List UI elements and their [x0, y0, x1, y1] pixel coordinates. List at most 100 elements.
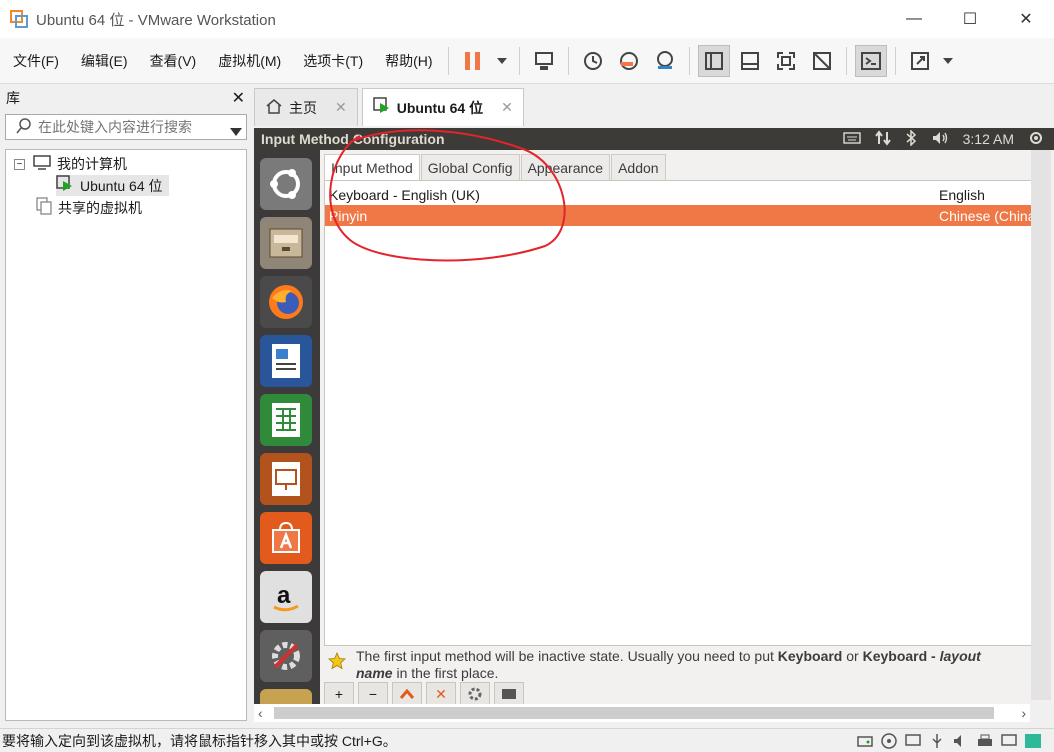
window-title: Ubuntu 64 位 - VMware Workstation: [36, 11, 276, 29]
horizontal-scrollbar[interactable]: ‹ ›: [254, 704, 1030, 722]
message-icon[interactable]: [1024, 732, 1042, 750]
input-method-config-window: Input Method Global Config Appearance Ad…: [320, 150, 1054, 704]
display-icon[interactable]: [1000, 732, 1018, 750]
menu-view[interactable]: 查看(V): [141, 51, 206, 71]
network-icon[interactable]: [874, 129, 891, 149]
hdd-icon[interactable]: [856, 732, 874, 750]
network-adapter-icon[interactable]: [904, 732, 922, 750]
cd-icon[interactable]: [880, 732, 898, 750]
usb-icon[interactable]: [928, 732, 946, 750]
send-ctrl-alt-del-icon[interactable]: [528, 45, 560, 77]
bluetooth-icon[interactable]: [905, 128, 917, 149]
search-icon: [16, 117, 32, 137]
search-dropdown-icon[interactable]: [230, 123, 242, 139]
pause-icon: [464, 51, 480, 70]
scroll-right-icon[interactable]: ›: [1021, 705, 1026, 721]
menu-toolbar: 文件(F) 编辑(E) 查看(V) 虚拟机(M) 选项卡(T) 帮助(H): [0, 38, 1054, 84]
input-method-name: Pinyin: [329, 207, 368, 224]
tab-home[interactable]: 主页 ✕: [254, 88, 358, 126]
menu-file[interactable]: 文件(F): [4, 51, 68, 71]
snapshot-manager-icon[interactable]: [649, 45, 681, 77]
move-down-icon[interactable]: ✕: [426, 682, 456, 704]
list-item[interactable]: Pinyin Chinese (China): [325, 205, 1033, 226]
libreoffice-calc-icon[interactable]: [260, 394, 312, 446]
hint-text: The first input method will be inactive …: [356, 648, 981, 681]
tree-shared-vms[interactable]: 共享的虚拟机: [36, 197, 142, 218]
libreoffice-writer-icon[interactable]: [260, 335, 312, 387]
close-tab-icon[interactable]: ✕: [335, 99, 347, 116]
thumbnail-bar-icon[interactable]: [734, 45, 766, 77]
keyboard-icon[interactable]: [842, 131, 861, 148]
configure-icon[interactable]: [460, 682, 490, 704]
files-icon[interactable]: [260, 217, 312, 269]
maximize-button[interactable]: ☐: [942, 0, 998, 38]
console-view-icon[interactable]: [854, 44, 887, 77]
vmware-logo-icon: [10, 10, 28, 28]
svg-text:a: a: [277, 582, 291, 609]
library-tree: − 我的计算机 Ubuntu 64 位 共享的虚拟机: [5, 149, 247, 721]
tab-label: 主页: [289, 99, 317, 116]
move-up-icon[interactable]: [392, 682, 422, 704]
dash-ubuntu-icon[interactable]: [260, 158, 312, 210]
home-icon: [265, 98, 283, 117]
show-library-icon[interactable]: [697, 44, 730, 77]
session-gear-icon[interactable]: [1028, 130, 1044, 149]
toolbar-separator: [447, 46, 449, 75]
vm-console[interactable]: Input Method Configuration 3:12 AM a Inp…: [254, 128, 1054, 704]
menu-tabs[interactable]: 选项卡(T): [294, 51, 372, 71]
library-search[interactable]: [5, 114, 247, 140]
menu-vm[interactable]: 虚拟机(M): [209, 51, 290, 71]
keyboard-layout-icon[interactable]: [494, 682, 524, 704]
tree-vm-ubuntu[interactable]: Ubuntu 64 位: [56, 175, 169, 196]
unity-mode-icon[interactable]: [806, 45, 838, 77]
stretch-dropdown-icon[interactable]: [940, 45, 956, 77]
menu-help[interactable]: 帮助(H): [376, 51, 441, 71]
collapse-icon[interactable]: −: [14, 158, 25, 170]
tree-my-computer[interactable]: − 我的计算机: [14, 154, 127, 174]
amazon-icon[interactable]: a: [260, 571, 312, 623]
tab-appearance[interactable]: Appearance: [520, 154, 611, 180]
system-settings-icon[interactable]: [260, 630, 312, 682]
tab-input-method[interactable]: Input Method: [324, 154, 420, 180]
tree-label: Ubuntu 64 位: [80, 177, 163, 194]
sound-icon[interactable]: [952, 732, 970, 750]
remove-button[interactable]: −: [358, 682, 388, 704]
volume-icon[interactable]: [931, 130, 949, 149]
ubuntu-window-title: Input Method Configuration: [261, 131, 445, 147]
list-buttons: + − ✕: [324, 682, 524, 704]
pause-button[interactable]: [457, 45, 489, 77]
revert-snapshot-icon[interactable]: [613, 45, 645, 77]
tab-addon[interactable]: Addon: [611, 154, 666, 180]
fullscreen-icon[interactable]: [770, 45, 802, 77]
vm-tabs: 主页 ✕ Ubuntu 64 位 ✕: [254, 88, 528, 128]
tree-label: 共享的虚拟机: [58, 199, 142, 216]
scroll-thumb[interactable]: [274, 707, 994, 719]
libreoffice-impress-icon[interactable]: [260, 453, 312, 505]
snapshot-icon[interactable]: [577, 45, 609, 77]
close-tab-icon[interactable]: ✕: [501, 99, 513, 116]
input-method-list: Keyboard - English (UK) English Pinyin C…: [324, 180, 1034, 646]
minimize-button[interactable]: —: [886, 0, 942, 38]
scroll-left-icon[interactable]: ‹: [258, 705, 263, 721]
input-method-name: Keyboard - English (UK): [329, 186, 480, 203]
power-dropdown-icon[interactable]: [493, 45, 511, 77]
close-library-icon[interactable]: ✕: [232, 88, 245, 108]
close-window-button[interactable]: ✕: [998, 0, 1054, 38]
tab-global-config[interactable]: Global Config: [420, 154, 520, 180]
tab-ubuntu[interactable]: Ubuntu 64 位 ✕: [361, 88, 524, 126]
software-center-icon[interactable]: [260, 512, 312, 564]
stretch-guest-icon[interactable]: [904, 45, 936, 77]
config-tabs: Input Method Global Config Appearance Ad…: [324, 154, 667, 180]
terminal-penguin-icon[interactable]: [260, 689, 312, 704]
tree-label: 我的计算机: [57, 156, 127, 172]
list-item[interactable]: Keyboard - English (UK) English: [325, 184, 1033, 205]
vertical-scrollbar[interactable]: [1031, 150, 1051, 700]
clock[interactable]: 3:12 AM: [963, 131, 1014, 147]
printer-icon[interactable]: [976, 732, 994, 750]
add-button[interactable]: +: [324, 682, 354, 704]
menu-edit[interactable]: 编辑(E): [72, 51, 137, 71]
status-text: 要将输入定向到该虚拟机，请将鼠标指针移入其中或按 Ctrl+G。: [2, 732, 397, 749]
search-input[interactable]: [38, 119, 208, 135]
ubuntu-launcher: a: [254, 150, 318, 704]
firefox-icon[interactable]: [260, 276, 312, 328]
